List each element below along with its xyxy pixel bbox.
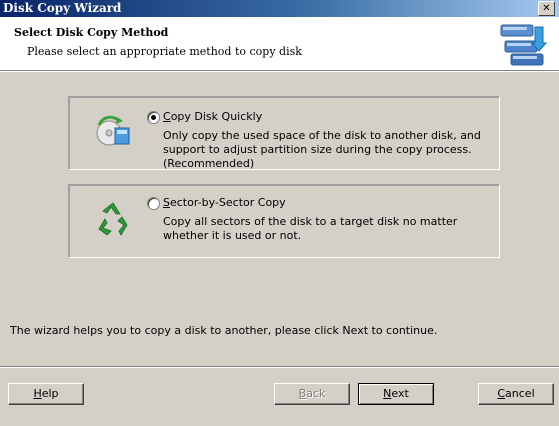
help-button[interactable]: Help — [8, 383, 84, 405]
page-subtitle: Please select an appropriate method to c… — [27, 45, 302, 58]
window-title: Disk Copy Wizard — [3, 1, 122, 15]
option-description-copy-disk-quickly: Only copy the used space of the disk to … — [163, 129, 481, 170]
disk-quick-copy-icon — [96, 115, 130, 146]
divider — [0, 366, 559, 368]
back-button[interactable]: Back — [274, 383, 350, 405]
option-copy-disk-quickly[interactable]: Copy Disk Quickly Only copy the used spa… — [68, 96, 500, 170]
option-label-sector-by-sector[interactable]: Sector-by-Sector Copy — [163, 196, 286, 209]
page-title: Select Disk Copy Method — [14, 26, 169, 39]
disk-copy-icon — [500, 24, 547, 66]
close-icon: ✕ — [542, 3, 551, 14]
wizard-instruction: The wizard helps you to copy a disk to a… — [10, 324, 438, 337]
wizard-header: Select Disk Copy Method Please select an… — [0, 17, 559, 71]
radio-sector-by-sector[interactable] — [147, 197, 160, 210]
option-description-sector-by-sector: Copy all sectors of the disk to a target… — [163, 215, 458, 242]
radio-copy-disk-quickly[interactable] — [147, 111, 160, 124]
cancel-button[interactable]: Cancel — [478, 383, 554, 405]
option-label-copy-disk-quickly[interactable]: Copy Disk Quickly — [163, 110, 262, 123]
recycle-icon — [98, 202, 128, 236]
title-bar: Disk Copy Wizard ✕ — [0, 0, 559, 17]
option-sector-by-sector[interactable]: Sector-by-Sector Copy Copy all sectors o… — [68, 184, 500, 258]
close-button[interactable]: ✕ — [538, 1, 555, 16]
next-button[interactable]: Next — [358, 383, 434, 405]
